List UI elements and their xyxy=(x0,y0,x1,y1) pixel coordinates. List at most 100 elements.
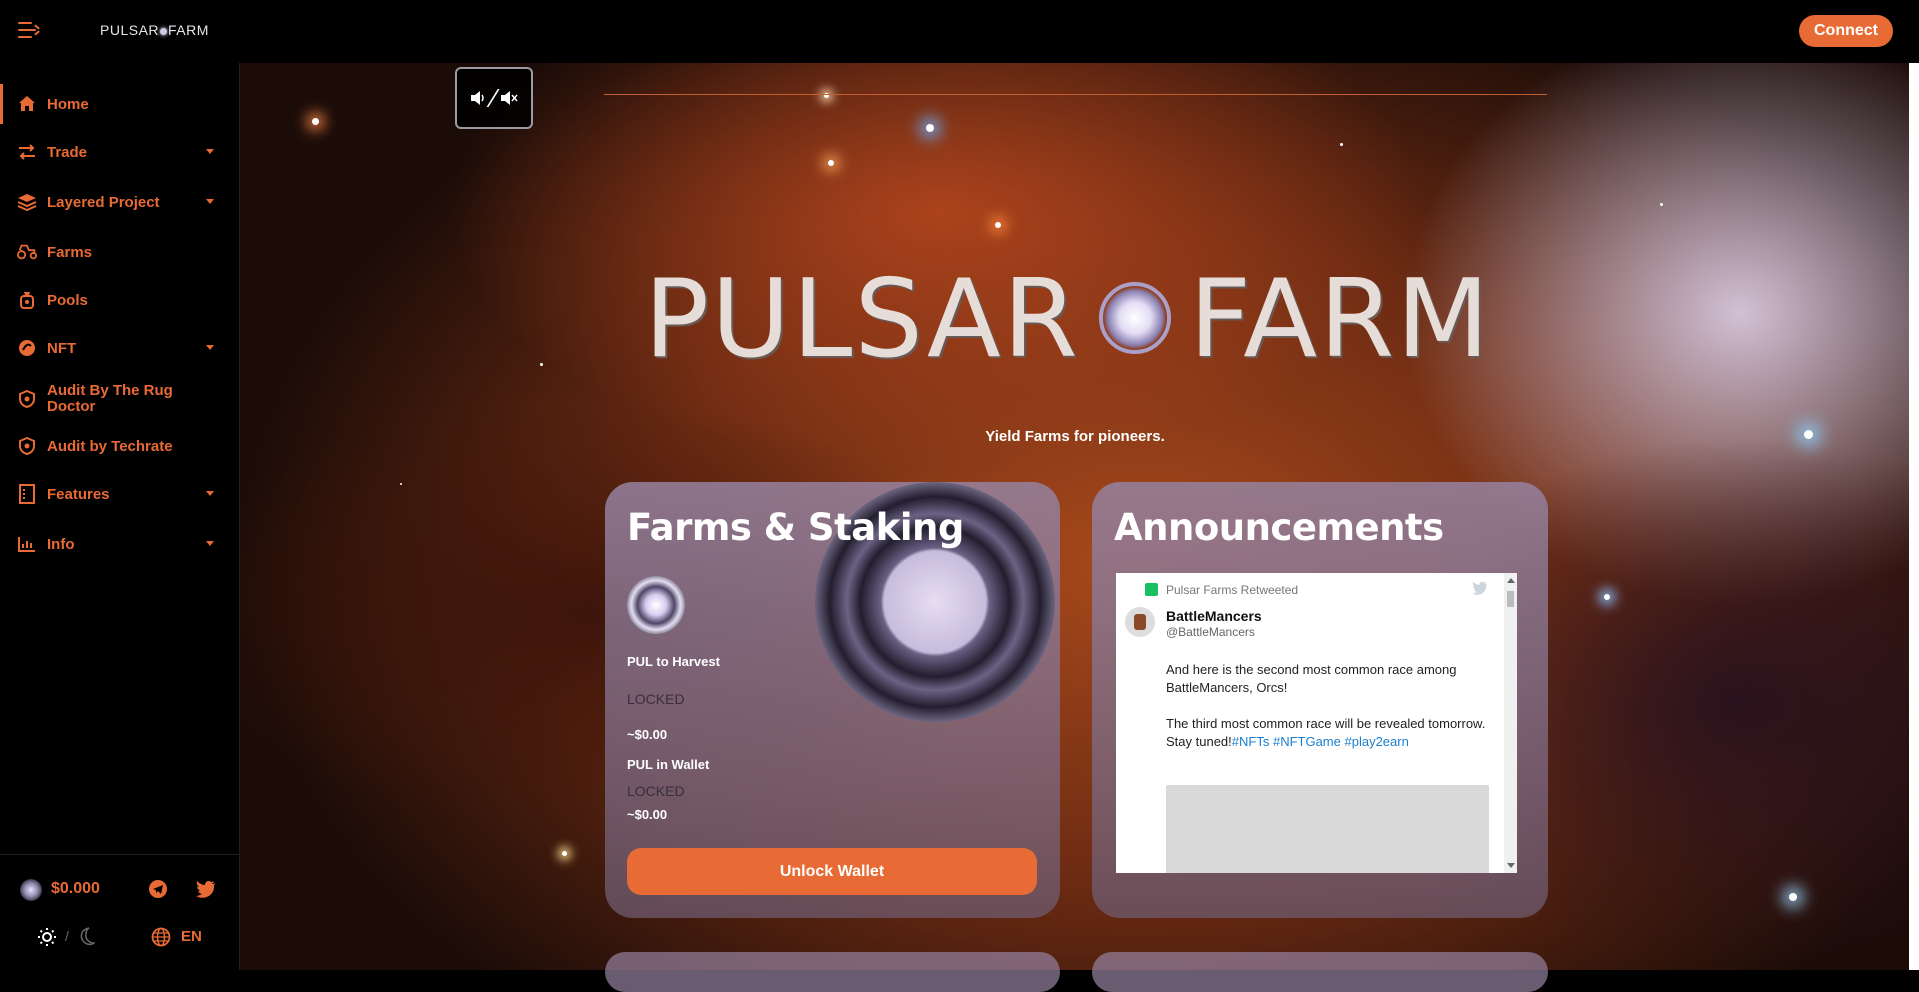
twitter-timeline[interactable]: Pulsar Farms Retweeted BattleMancers @Ba… xyxy=(1116,573,1517,873)
sidebar-item-label: Layered Project xyxy=(47,193,160,211)
sidebar-item-label: Pools xyxy=(47,291,88,309)
chevron-down-icon xyxy=(206,491,214,496)
sound-toggle-button[interactable]: ⁄ xyxy=(455,67,533,129)
avatar[interactable] xyxy=(1125,607,1155,637)
twitter-bird-icon[interactable] xyxy=(1472,581,1488,595)
unlock-wallet-button[interactable]: Unlock Wallet xyxy=(627,848,1037,895)
tweet-text: And here is the second most common race … xyxy=(1166,643,1496,751)
hero-logo-right: FARM xyxy=(1189,257,1492,382)
telegram-icon[interactable] xyxy=(148,879,168,899)
chevron-down-icon xyxy=(206,541,214,546)
scroll-thumb[interactable] xyxy=(1507,591,1514,607)
wallet-label: PUL in Wallet xyxy=(627,757,710,772)
nft-icon xyxy=(17,338,37,358)
sidebar-item-layered-project[interactable]: Layered Project xyxy=(0,182,238,222)
brand-logo[interactable]: PULSAR FARM xyxy=(100,22,209,38)
star xyxy=(1340,143,1343,146)
scroll-down-icon[interactable] xyxy=(1507,863,1515,868)
sidebar-item-label: Info xyxy=(47,535,75,553)
pulsar-orb-icon xyxy=(1099,282,1171,354)
next-card-left xyxy=(605,952,1060,992)
sidebar-item-audit-rug-doctor[interactable]: Audit By The Rug Doctor xyxy=(0,379,238,419)
theme-separator: / xyxy=(65,928,69,944)
star xyxy=(400,483,402,485)
token-price: $0.000 xyxy=(51,880,100,897)
moon-icon[interactable] xyxy=(77,927,95,947)
wallet-value: ~$0.00 xyxy=(627,807,668,822)
retweet-label: Pulsar Farms Retweeted xyxy=(1166,583,1299,597)
chevron-down-icon xyxy=(206,345,214,350)
sidebar-divider xyxy=(0,854,240,855)
shield-icon xyxy=(17,436,37,456)
star xyxy=(1804,430,1813,439)
tractor-icon xyxy=(17,242,37,262)
sidebar-item-label: Trade xyxy=(47,143,88,161)
sun-icon[interactable] xyxy=(37,927,57,947)
star xyxy=(828,160,834,166)
tweet-author-handle[interactable]: @BattleMancers xyxy=(1166,625,1255,639)
home-icon xyxy=(17,94,37,114)
sidebar-item-pools[interactable]: Pools xyxy=(0,280,238,320)
star xyxy=(1660,203,1663,206)
sidebar-item-home[interactable]: Home xyxy=(0,84,238,124)
star xyxy=(312,118,319,125)
retweet-icon xyxy=(1145,583,1158,596)
hero-logo: PULSAR FARM xyxy=(644,260,1500,380)
sidebar-item-label: Home xyxy=(47,95,89,113)
wallet-status: LOCKED xyxy=(627,783,685,799)
hashtag-link[interactable]: #NFTGame xyxy=(1273,734,1341,749)
sidebar-item-farms[interactable]: Farms xyxy=(0,232,238,272)
menu-toggle-icon[interactable] xyxy=(18,22,40,40)
language-selector[interactable]: EN xyxy=(181,928,202,945)
sidebar: Home Trade Layered Project Farms Pools N… xyxy=(0,63,240,970)
star xyxy=(1604,594,1610,600)
tweet-author-name[interactable]: BattleMancers xyxy=(1166,608,1262,624)
hashtag-link[interactable]: #NFTs xyxy=(1232,734,1270,749)
sidebar-item-trade[interactable]: Trade xyxy=(0,132,238,172)
volume-mute-icon xyxy=(501,91,518,105)
twitter-icon[interactable] xyxy=(196,880,216,898)
sidebar-item-label: Audit By The Rug Doctor xyxy=(47,382,173,415)
tweet-image[interactable] xyxy=(1166,785,1489,873)
brand-left: PULSAR xyxy=(100,22,160,38)
sidebar-item-label: Farms xyxy=(47,243,93,261)
card-title: Farms & Staking xyxy=(627,506,964,549)
scroll-up-icon[interactable] xyxy=(1507,578,1515,583)
hashtag-link[interactable]: #play2earn xyxy=(1345,734,1409,749)
star xyxy=(562,851,567,856)
hero-logo-left: PULSAR xyxy=(644,257,1080,382)
tweet-scrollbar[interactable] xyxy=(1504,573,1517,873)
features-icon xyxy=(17,484,37,504)
hero-tagline: Yield Farms for pioneers. xyxy=(985,428,1165,445)
page-scrollbar[interactable] xyxy=(1909,63,1919,970)
harvest-label: PUL to Harvest xyxy=(627,654,720,669)
sound-separator-icon: ⁄ xyxy=(491,82,497,113)
star xyxy=(540,363,543,366)
shield-icon xyxy=(17,389,37,409)
pul-token-icon xyxy=(20,879,42,901)
sidebar-item-label: Audit by Techrate xyxy=(47,437,173,455)
pool-bag-icon xyxy=(17,290,37,310)
harvest-value: ~$0.00 xyxy=(627,727,668,742)
top-bar: PULSAR FARM Connect xyxy=(0,0,1919,63)
sidebar-item-nft[interactable]: NFT xyxy=(0,328,238,368)
card-title: Announcements xyxy=(1114,506,1444,549)
brand-orb-icon xyxy=(160,27,168,35)
star xyxy=(926,124,934,132)
sidebar-item-label: NFT xyxy=(47,339,77,357)
sidebar-item-label: Features xyxy=(47,485,110,503)
announcements-card: Announcements Pulsar Farms Retweeted Bat… xyxy=(1092,482,1548,918)
chart-icon xyxy=(17,534,37,554)
sidebar-item-audit-techrate[interactable]: Audit by Techrate xyxy=(0,426,238,466)
brand-right: FARM xyxy=(168,22,209,38)
volume-on-icon xyxy=(470,91,484,105)
tweet-text-line: And here is the second most common race … xyxy=(1166,662,1457,695)
sidebar-item-info[interactable]: Info xyxy=(0,524,238,564)
pul-token-icon xyxy=(627,576,685,634)
next-card-right xyxy=(1092,952,1548,992)
main-content xyxy=(240,63,1919,970)
arrows-icon xyxy=(17,142,37,162)
globe-icon[interactable] xyxy=(151,927,171,947)
sidebar-item-features[interactable]: Features xyxy=(0,474,238,514)
connect-button[interactable]: Connect xyxy=(1799,15,1893,47)
